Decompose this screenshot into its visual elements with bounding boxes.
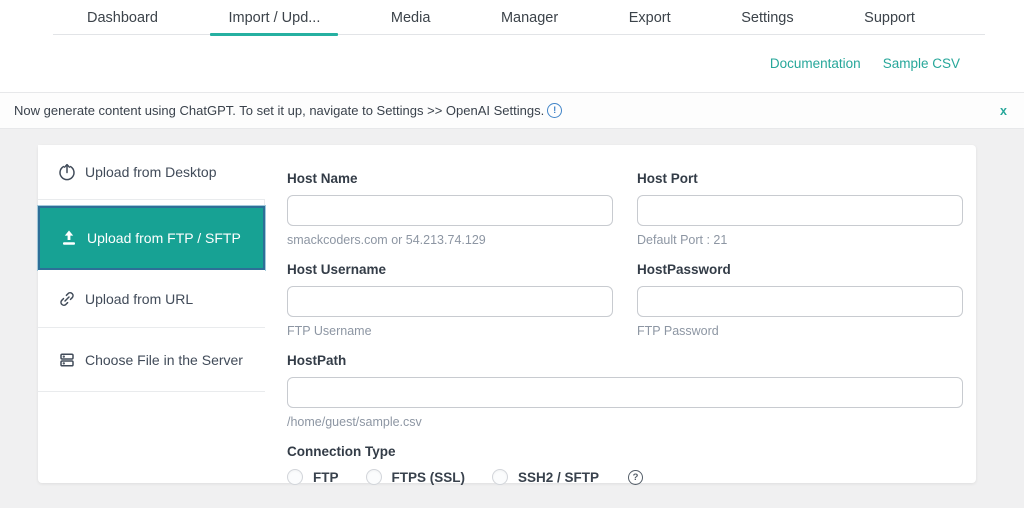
tab-media[interactable]: Media [387, 0, 435, 35]
tab-export[interactable]: Export [625, 0, 675, 35]
host-port-hint: Default Port : 21 [637, 233, 728, 247]
link-icon [58, 290, 76, 308]
radio-ftp-label: FTP [313, 469, 339, 485]
main-nav-tabs: Dashboard Import / Upd... Media Manager … [83, 0, 919, 36]
host-username-hint: FTP Username [287, 324, 372, 338]
close-icon[interactable]: x [1000, 104, 1007, 118]
host-password-label: HostPassword [637, 262, 731, 277]
sidebar-item-label: Upload from FTP / SFTP [87, 230, 241, 246]
tab-settings[interactable]: Settings [737, 0, 797, 35]
host-path-label: HostPath [287, 353, 347, 368]
host-port-input[interactable] [637, 195, 963, 226]
host-path-hint: /home/guest/sample.csv [287, 415, 422, 429]
cloud-upload-icon [58, 163, 76, 181]
sidebar-item-label: Upload from Desktop [85, 164, 217, 180]
upload-method-sidebar: Upload from Desktop Upload from FTP / SF… [38, 145, 265, 392]
radio-ftps-ssl[interactable] [365, 469, 382, 485]
host-path-field-group: HostPath /home/guest/sample.csv [287, 353, 963, 429]
host-name-input[interactable] [287, 195, 613, 226]
upload-card: Upload from Desktop Upload from FTP / SF… [38, 145, 976, 485]
host-password-input[interactable] [637, 286, 963, 317]
sidebar-item-upload-ftp-sftp[interactable]: Upload from FTP / SFTP [38, 206, 265, 270]
importer-page: Dashboard Import / Upd... Media Manager … [0, 0, 1024, 508]
host-port-field-group: Host Port Default Port : 21 [637, 171, 963, 247]
help-icon[interactable]: ? [628, 469, 644, 485]
tab-manager[interactable]: Manager [497, 0, 562, 35]
info-icon[interactable]: ! [547, 103, 563, 118]
host-username-input[interactable] [287, 286, 613, 317]
radio-ssh2-sftp[interactable] [492, 469, 508, 485]
connection-type-options: FTP FTPS (SSL) SSH2 / SFTP ? [287, 469, 963, 485]
tab-import-update[interactable]: Import / Upd... [210, 0, 339, 36]
sidebar-item-upload-desktop[interactable]: Upload from Desktop [38, 145, 265, 200]
sidebar-item-choose-server-file[interactable]: Choose File in the Server [38, 328, 265, 392]
host-name-hint: smackcoders.com or 54.213.74.129 [287, 233, 486, 247]
documentation-link[interactable]: Documentation [770, 56, 861, 71]
chatgpt-notice-bar: Now generate content using ChatGPT. To s… [0, 92, 1024, 129]
upload-tray-icon [60, 229, 78, 247]
connection-type-label: Connection Type [287, 444, 396, 459]
sidebar-item-upload-url[interactable]: Upload from URL [38, 270, 265, 328]
radio-ssh2-sftp-label: SSH2 / SFTP [518, 469, 600, 485]
host-username-label: Host Username [287, 262, 387, 277]
host-password-field-group: HostPassword FTP Password [637, 262, 963, 338]
host-path-input[interactable] [287, 377, 963, 408]
host-password-hint: FTP Password [637, 324, 719, 338]
notice-text: Now generate content using ChatGPT. To s… [14, 103, 545, 118]
host-name-field-group: Host Name smackcoders.com or 54.213.74.1… [287, 171, 613, 247]
radio-ftps-ssl-label: FTPS (SSL) [391, 469, 466, 485]
host-name-label: Host Name [287, 171, 358, 186]
tab-support[interactable]: Support [860, 0, 919, 35]
sidebar-item-label: Choose File in the Server [85, 351, 243, 368]
server-icon [58, 351, 76, 369]
header-links: Documentation Sample CSV [770, 56, 960, 71]
radio-ftp[interactable] [287, 469, 303, 485]
host-username-field-group: Host Username FTP Username [287, 262, 613, 338]
top-header: Dashboard Import / Upd... Media Manager … [0, 0, 1024, 92]
sample-csv-link[interactable]: Sample CSV [883, 56, 960, 71]
sidebar-item-label: Upload from URL [85, 290, 194, 307]
tab-dashboard[interactable]: Dashboard [83, 0, 162, 35]
host-port-label: Host Port [637, 171, 698, 186]
connection-type-field-group: Connection Type FTP FTPS (SSL) SSH2 / SF… [287, 444, 963, 485]
